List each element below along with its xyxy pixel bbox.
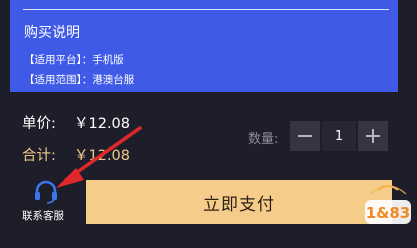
site-watermark-logo: 1&83 [365, 185, 411, 224]
annotation-arrow [56, 126, 142, 188]
watermark-text: 1&83 [366, 204, 410, 222]
